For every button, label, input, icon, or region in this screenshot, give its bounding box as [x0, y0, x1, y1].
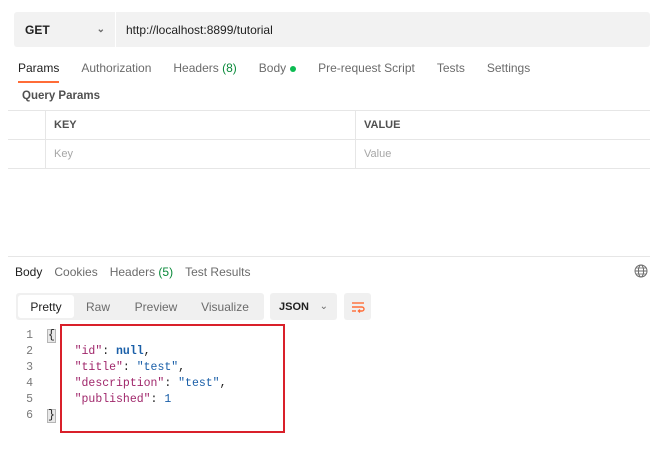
- tab-label: Params: [18, 61, 60, 75]
- status-dot-icon: [290, 65, 297, 72]
- line-number: 6: [26, 409, 33, 422]
- tab-headers[interactable]: Headers (8): [173, 61, 236, 75]
- tab-authorization[interactable]: Authorization: [81, 61, 151, 75]
- line-number: 3: [26, 361, 33, 374]
- tab-tests[interactable]: Tests: [437, 61, 465, 75]
- url-input[interactable]: http://localhost:8899/tutorial: [116, 23, 273, 37]
- highlight-box: [60, 324, 285, 433]
- tab-label: Headers: [173, 61, 219, 75]
- tab-label: Tests: [436, 61, 465, 75]
- table-header-row: KEY VALUE: [8, 111, 650, 140]
- query-params-title: Query Params: [22, 90, 100, 102]
- line-number: 4: [26, 377, 33, 390]
- format-label: JSON: [279, 300, 309, 313]
- tab-label: Pre-request Script: [318, 61, 415, 75]
- chevron-down-icon: ⌄: [96, 24, 105, 35]
- tab-test-results[interactable]: Test Results: [185, 265, 250, 279]
- column-header-value: VALUE: [364, 119, 401, 131]
- tab-label: Headers: [109, 265, 156, 279]
- params-table: KEY VALUE Key Value: [8, 110, 650, 169]
- table-row: Key Value: [8, 140, 650, 169]
- view-preview-button[interactable]: Preview: [122, 295, 190, 318]
- tab-params[interactable]: Params: [18, 61, 60, 83]
- tab-body[interactable]: Body: [258, 61, 297, 75]
- tab-cookies[interactable]: Cookies: [54, 265, 97, 279]
- tab-settings[interactable]: Settings: [487, 61, 530, 75]
- tab-pre-request-script[interactable]: Pre-request Script: [318, 61, 415, 75]
- view-pretty-button[interactable]: Pretty: [18, 295, 74, 318]
- tab-response-body[interactable]: Body: [15, 265, 42, 279]
- wrap-lines-button[interactable]: [344, 293, 371, 320]
- tab-count: (8): [222, 61, 237, 75]
- view-raw-button[interactable]: Raw: [74, 295, 122, 318]
- globe-icon[interactable]: [634, 264, 648, 278]
- tab-count: (5): [158, 265, 174, 279]
- pane-divider[interactable]: [8, 256, 650, 257]
- line-number: 1: [26, 329, 33, 342]
- value-input[interactable]: Value: [356, 140, 650, 168]
- tab-response-headers[interactable]: Headers (5): [110, 265, 173, 279]
- method-label: GET: [25, 22, 50, 37]
- close-brace: }: [47, 409, 56, 423]
- chevron-down-icon: ⌄: [319, 301, 328, 312]
- checkbox-column: [8, 140, 46, 168]
- wrap-lines-icon: [351, 301, 365, 313]
- view-mode-switcher: Pretty Raw Preview Visualize: [16, 293, 264, 320]
- tab-label: Authorization: [81, 61, 152, 75]
- key-input[interactable]: Key: [46, 140, 356, 168]
- method-dropdown[interactable]: GET ⌄: [14, 12, 116, 47]
- request-tabs: Params Authorization Headers (8) Body Pr…: [18, 61, 552, 83]
- checkbox-column: [8, 111, 46, 139]
- format-dropdown[interactable]: JSON ⌄: [270, 293, 337, 320]
- response-tabs: Body Cookies Headers (5) Test Results: [15, 265, 262, 279]
- line-number: 5: [26, 393, 33, 406]
- tab-label: Body: [258, 61, 287, 75]
- line-number: 2: [26, 345, 33, 358]
- open-brace: {: [47, 329, 56, 343]
- url-bar: GET ⌄ http://localhost:8899/tutorial: [14, 12, 650, 47]
- column-header-key: KEY: [46, 111, 356, 139]
- tab-label: Settings: [486, 61, 531, 75]
- view-visualize-button[interactable]: Visualize: [190, 295, 260, 318]
